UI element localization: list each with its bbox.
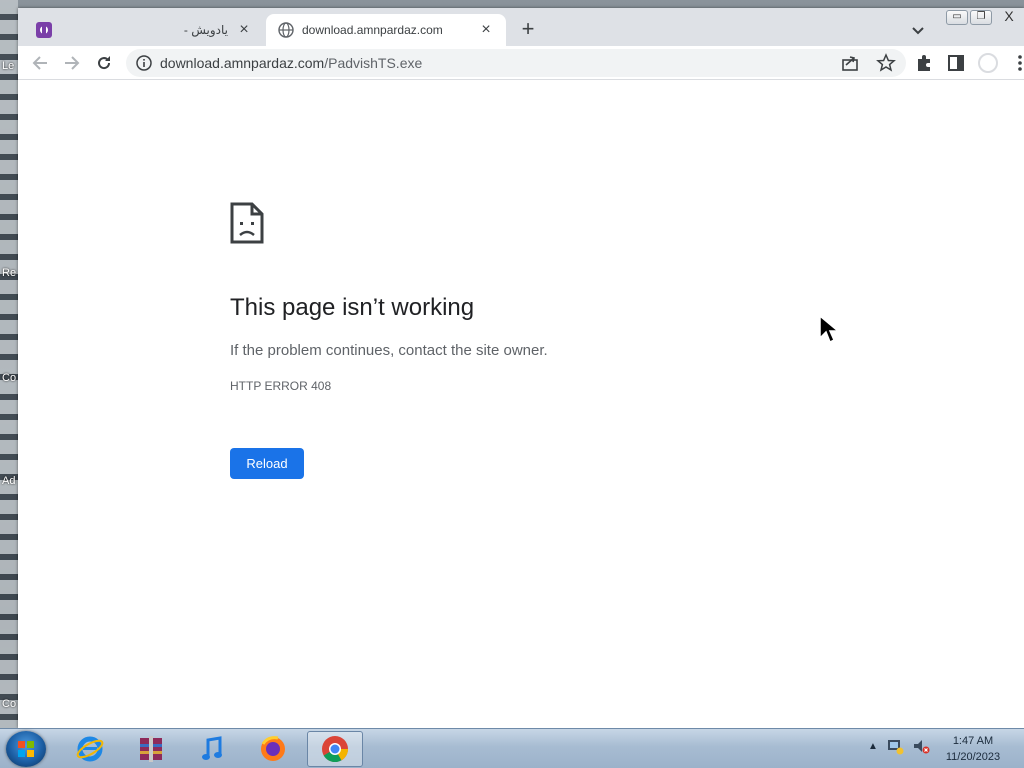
padvish-favicon-icon xyxy=(36,22,52,38)
chevron-down-icon[interactable] xyxy=(908,20,928,40)
close-window-button[interactable]: X xyxy=(994,9,1024,25)
profile-avatar[interactable] xyxy=(978,53,998,73)
forward-button[interactable] xyxy=(60,51,84,75)
chrome-icon xyxy=(322,736,349,763)
reload-button[interactable]: Reload xyxy=(230,448,304,479)
arrow-right-icon xyxy=(65,56,80,70)
volume-muted-icon[interactable] xyxy=(912,737,930,755)
close-tab-icon[interactable]: × xyxy=(478,21,494,39)
taskbar-chrome[interactable] xyxy=(307,731,363,767)
close-tab-icon[interactable]: × xyxy=(236,21,252,39)
tab-title: یادویش - xyxy=(183,23,228,37)
internet-explorer-icon xyxy=(76,736,104,762)
taskbar-firefox[interactable] xyxy=(245,731,301,767)
side-panel-icon[interactable] xyxy=(946,53,966,73)
minimize-button[interactable]: ▭ xyxy=(946,10,968,25)
info-icon[interactable] xyxy=(136,55,152,71)
network-icon[interactable] xyxy=(886,737,904,755)
clock-time: 1:47 AM xyxy=(952,735,994,747)
share-icon[interactable] xyxy=(840,53,860,73)
windows-logo-icon xyxy=(18,741,34,757)
toolbar-extras xyxy=(914,53,1024,73)
back-button[interactable] xyxy=(28,51,52,75)
url-host: download.amnpardaz.com xyxy=(160,55,325,71)
error-code: HTTP ERROR 408 xyxy=(230,379,332,393)
tab-download[interactable]: download.amnpardaz.com × xyxy=(266,14,506,46)
reload-toolbar-button[interactable] xyxy=(92,51,116,75)
taskbar-itunes[interactable] xyxy=(184,731,240,767)
arrow-left-icon xyxy=(32,56,47,70)
window-controls: ▭ ❐ X xyxy=(946,9,1024,25)
show-hidden-icons-icon[interactable]: ▲ xyxy=(868,741,878,752)
tab-padvish[interactable]: یادویش - × xyxy=(26,14,262,46)
mouse-cursor-icon xyxy=(819,314,841,344)
bookmark-star-icon[interactable] xyxy=(876,53,896,73)
globe-icon xyxy=(278,22,294,38)
url-path: /PadvishTS.exe xyxy=(324,55,423,71)
desktop-icon-label[interactable]: Re xyxy=(2,267,16,279)
desktop-wallpaper-strip xyxy=(0,0,18,728)
desktop-icon-label[interactable]: Le xyxy=(2,60,14,72)
browser-toolbar: download.amnpardaz.com/PadvishTS.exe xyxy=(18,46,1024,80)
start-button[interactable] xyxy=(6,731,46,767)
taskbar-winrar[interactable] xyxy=(123,731,179,767)
address-bar[interactable]: download.amnpardaz.com/PadvishTS.exe xyxy=(126,49,906,77)
more-menu-icon[interactable] xyxy=(1010,53,1024,73)
tab-title: download.amnpardaz.com xyxy=(302,23,443,37)
error-page: This page isn’t working If the problem c… xyxy=(18,80,1024,728)
desktop-icon-label[interactable]: Co xyxy=(2,372,16,384)
error-title: This page isn’t working xyxy=(230,294,475,321)
clock-date: 11/20/2023 xyxy=(945,751,1001,763)
system-tray: ▲ xyxy=(868,737,930,755)
desktop-icon-label[interactable]: Co xyxy=(2,698,16,710)
chrome-window: یادویش - × download.amnpardaz.com × + ▭ … xyxy=(18,8,1024,728)
firefox-icon xyxy=(261,736,285,761)
extensions-puzzle-icon[interactable] xyxy=(914,53,934,73)
taskbar: ▲ 1:47 AM 11/20/2023 xyxy=(0,728,1024,768)
url-text[interactable]: download.amnpardaz.com/PadvishTS.exe xyxy=(160,55,422,71)
desktop-icon-label[interactable]: Ad xyxy=(2,475,15,487)
sad-page-icon xyxy=(230,202,264,244)
system-clock[interactable]: 1:47 AM 11/20/2023 xyxy=(938,733,1008,765)
tab-strip: یادویش - × download.amnpardaz.com × + ▭ … xyxy=(18,8,1024,46)
taskbar-internet-explorer[interactable] xyxy=(62,731,118,767)
restore-button[interactable]: ❐ xyxy=(970,10,992,25)
error-description: If the problem continues, contact the si… xyxy=(230,342,548,359)
winrar-icon xyxy=(140,736,162,762)
refresh-icon xyxy=(98,56,111,70)
music-note-icon xyxy=(202,736,222,760)
new-tab-button[interactable]: + xyxy=(516,18,540,42)
